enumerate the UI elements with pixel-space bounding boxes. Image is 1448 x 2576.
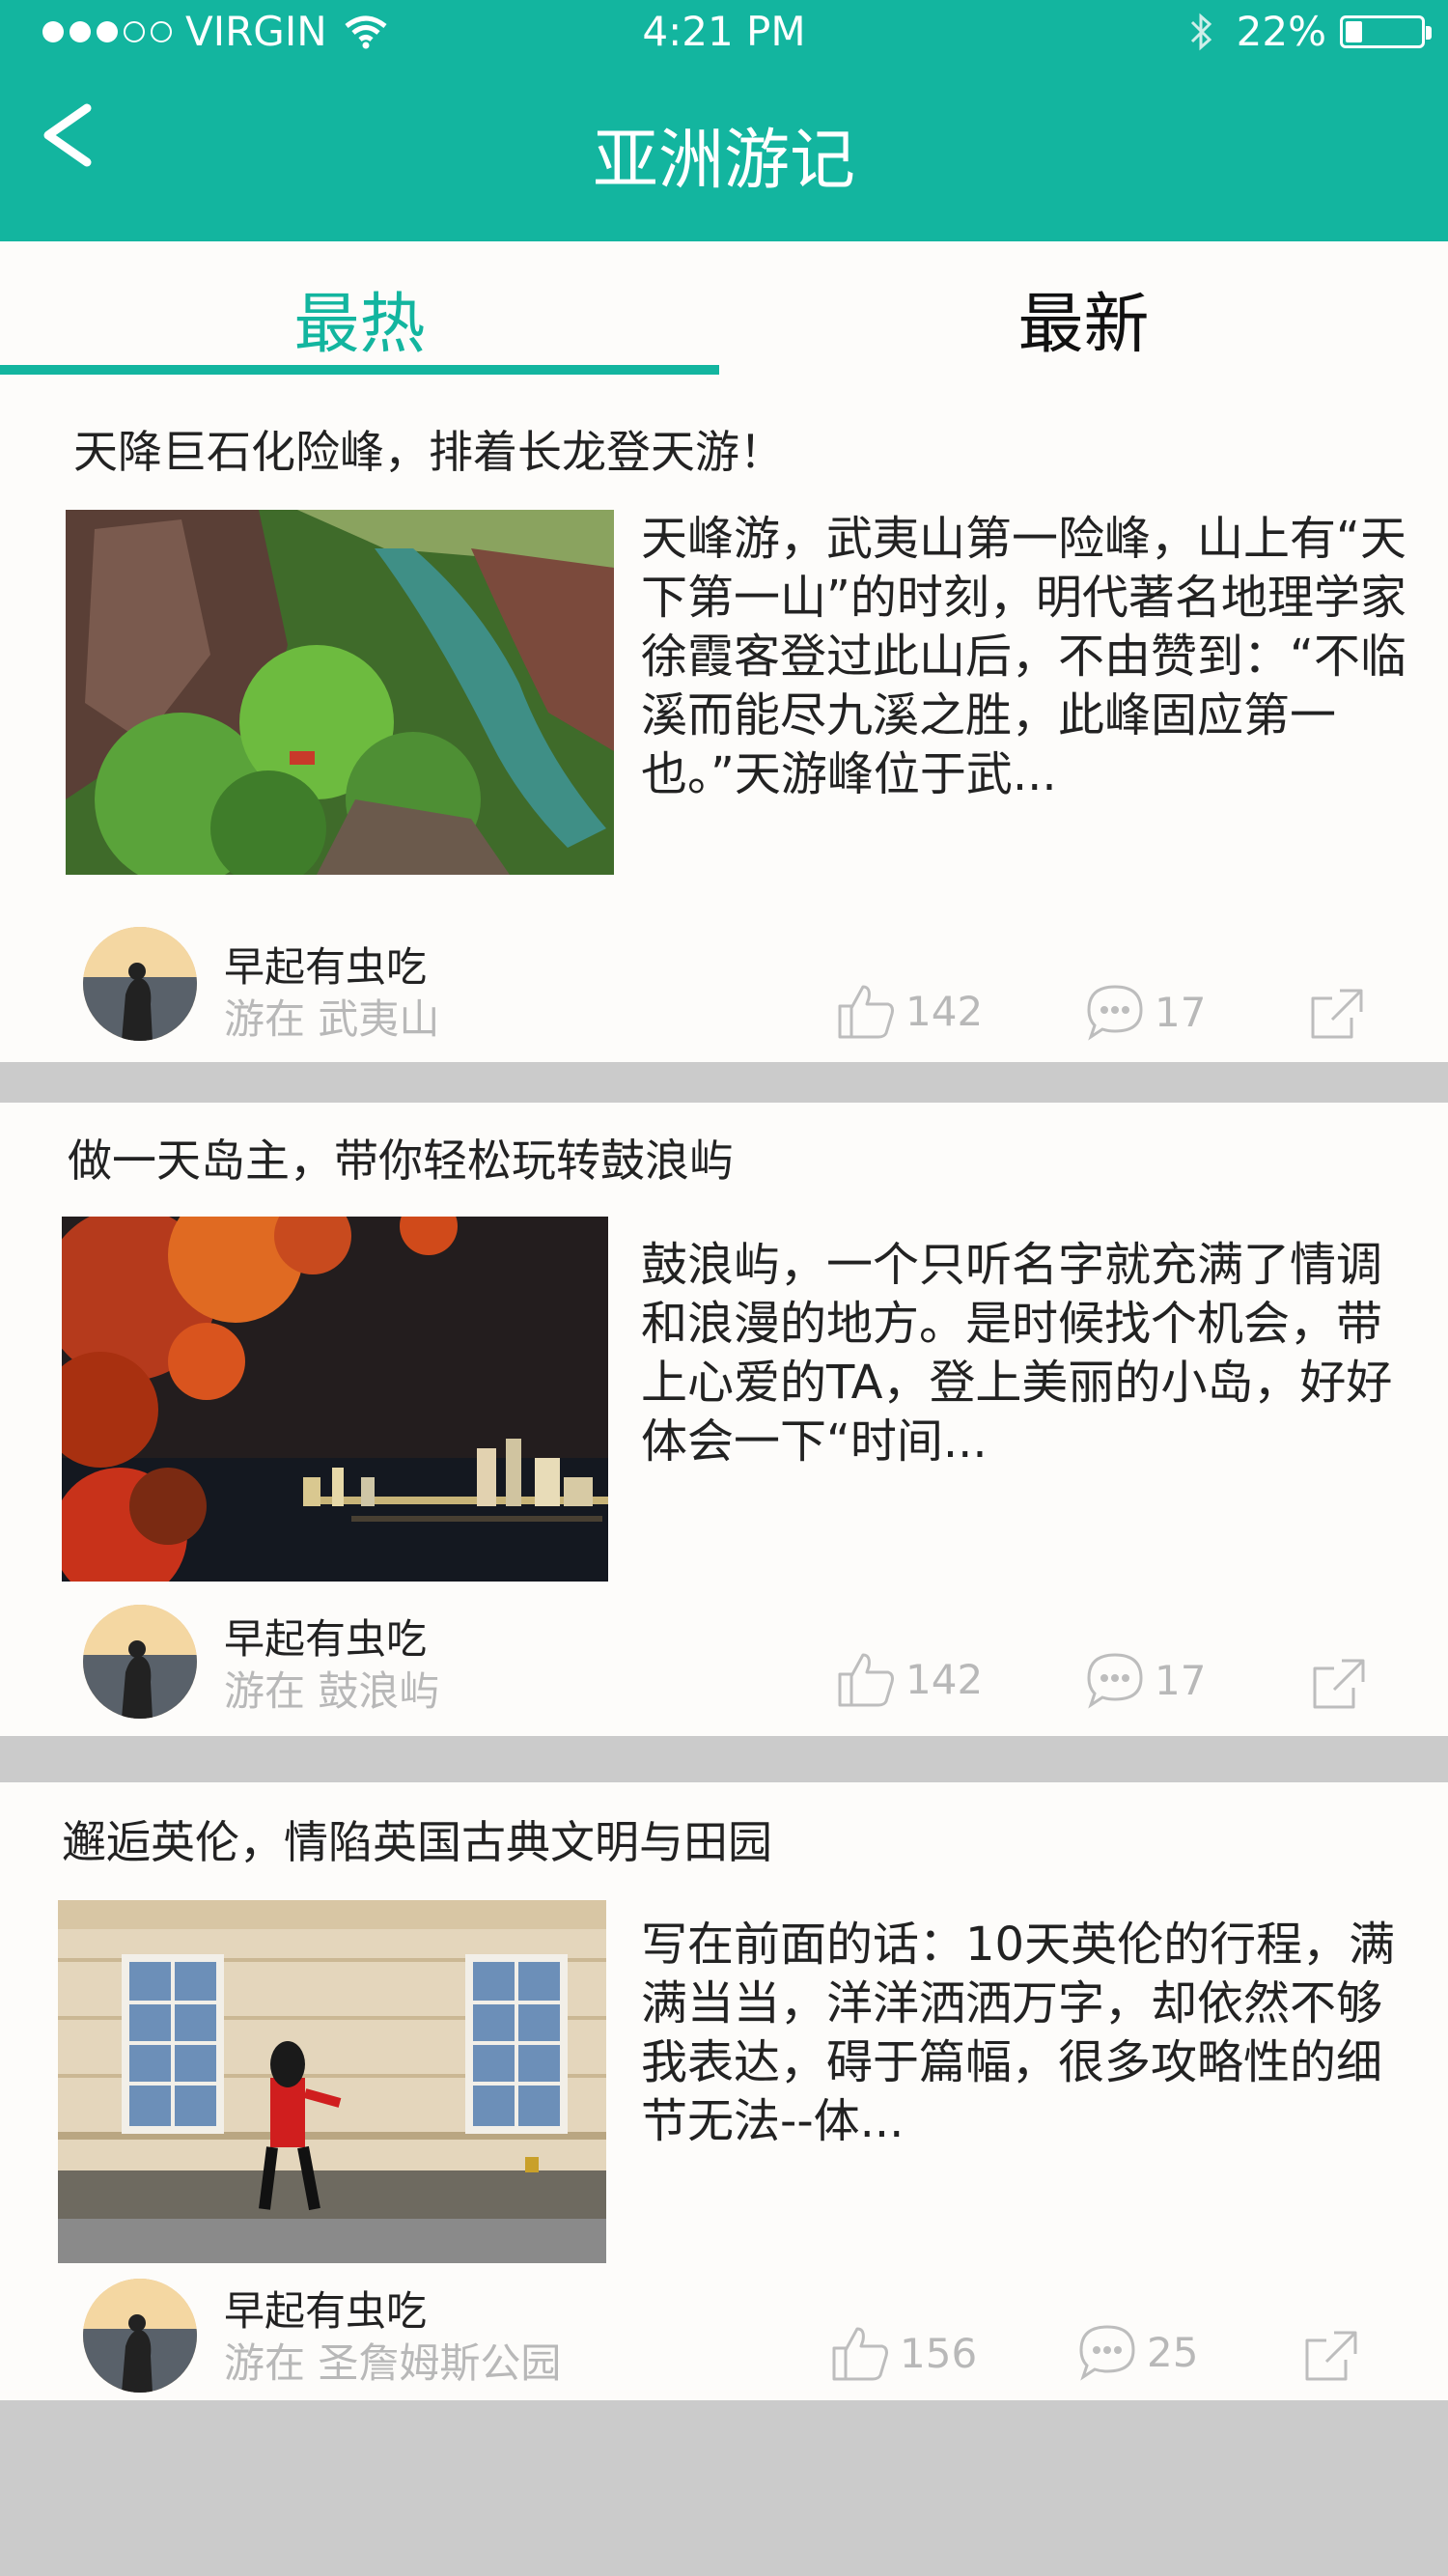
post-thumbnail[interactable] bbox=[62, 1217, 608, 1582]
london-guard-image bbox=[58, 1900, 606, 2263]
post-thumbnail[interactable] bbox=[58, 1900, 606, 2263]
thumbs-up-icon bbox=[838, 1653, 894, 1707]
post-excerpt: 写在前面的话：10天英伦的行程，满满当当，洋洋洒洒万字，却依然不够我表达，碍于篇… bbox=[641, 1918, 1396, 2148]
share-icon[interactable] bbox=[1307, 983, 1367, 1043]
status-bar: VIRGIN 4:21 PM 22% bbox=[0, 0, 1448, 68]
post-excerpt: 天峰游，武夷山第一险峰，山上有“天下第一山”的时刻，明代著名地理学家徐霞客登过此… bbox=[641, 512, 1406, 801]
avatar[interactable] bbox=[83, 1605, 197, 1719]
post-card[interactable]: 邂逅英伦，情陷英国古典文明与田园 写在前面的话：10天英伦的行程，满满当当，洋洋… bbox=[0, 1782, 1448, 2400]
active-tab-indicator bbox=[0, 365, 719, 375]
like-button[interactable]: 142 bbox=[836, 981, 983, 1041]
tab-bar: 最热 最新 bbox=[0, 241, 1448, 377]
night-city-image bbox=[62, 1217, 608, 1582]
comment-button[interactable]: 25 bbox=[1077, 2323, 1198, 2381]
post-title[interactable]: 做一天岛主，带你轻松玩转鼓浪屿 bbox=[68, 1126, 734, 1190]
like-count: 142 bbox=[905, 1655, 984, 1703]
like-count: 156 bbox=[900, 2329, 978, 2377]
author-name[interactable]: 早起有虫吃 bbox=[224, 1607, 427, 1666]
post-title[interactable]: 天降巨石化险峰，排着长龙登天游！ bbox=[73, 417, 784, 481]
author-name[interactable]: 早起有虫吃 bbox=[224, 935, 427, 994]
app-header: VIRGIN 4:21 PM 22% 亚洲游记 bbox=[0, 0, 1448, 241]
like-button[interactable]: 142 bbox=[836, 1649, 983, 1709]
battery-percent: 22% bbox=[1236, 8, 1326, 55]
like-count: 142 bbox=[905, 987, 984, 1035]
share-icon[interactable] bbox=[1309, 1653, 1369, 1713]
tab-latest[interactable]: 最新 bbox=[719, 270, 1448, 366]
battery-icon bbox=[1340, 14, 1432, 48]
avatar[interactable] bbox=[83, 2279, 197, 2393]
post-card[interactable]: 做一天岛主，带你轻松玩转鼓浪屿 鼓浪屿，一个只听名字就充满了情调和浪漫的地方。是… bbox=[0, 1103, 1448, 1736]
bluetooth-icon bbox=[1190, 13, 1211, 50]
comment-button[interactable]: 17 bbox=[1085, 983, 1206, 1041]
thumbs-up-icon bbox=[832, 2327, 888, 2381]
post-location: 游在 武夷山 bbox=[224, 995, 440, 1043]
comment-icon bbox=[1079, 2325, 1135, 2381]
comment-icon bbox=[1087, 985, 1143, 1041]
post-location: 游在 圣詹姆斯公园 bbox=[224, 2339, 562, 2387]
comment-count: 25 bbox=[1147, 2328, 1199, 2376]
author-name[interactable]: 早起有虫吃 bbox=[224, 2279, 427, 2338]
comment-icon bbox=[1087, 1653, 1143, 1709]
comment-count: 17 bbox=[1155, 1656, 1207, 1704]
comment-count: 17 bbox=[1155, 988, 1207, 1036]
post-title[interactable]: 邂逅英伦，情陷英国古典文明与田园 bbox=[62, 1807, 772, 1871]
avatar[interactable] bbox=[83, 927, 197, 1041]
share-icon[interactable] bbox=[1301, 2325, 1361, 2385]
post-excerpt: 鼓浪屿，一个只听名字就充满了情调和浪漫的地方。是时候找个机会，带上心爱的TA，登… bbox=[641, 1238, 1393, 1469]
tab-hot[interactable]: 最热 bbox=[0, 270, 719, 366]
status-right: 22% bbox=[1188, 8, 1432, 55]
post-thumbnail[interactable] bbox=[66, 510, 614, 875]
mountain-river-image bbox=[66, 510, 614, 875]
like-button[interactable]: 156 bbox=[830, 2323, 977, 2383]
post-card[interactable]: 天降巨石化险峰，排着长龙登天游！ 天峰游，武夷山第一险峰，山上有“天下第一山”的… bbox=[0, 377, 1448, 1062]
thumbs-up-icon bbox=[838, 985, 894, 1039]
page-title: 亚洲游记 bbox=[592, 123, 855, 199]
comment-button[interactable]: 17 bbox=[1085, 1651, 1206, 1709]
post-location: 游在 鼓浪屿 bbox=[224, 1667, 440, 1715]
